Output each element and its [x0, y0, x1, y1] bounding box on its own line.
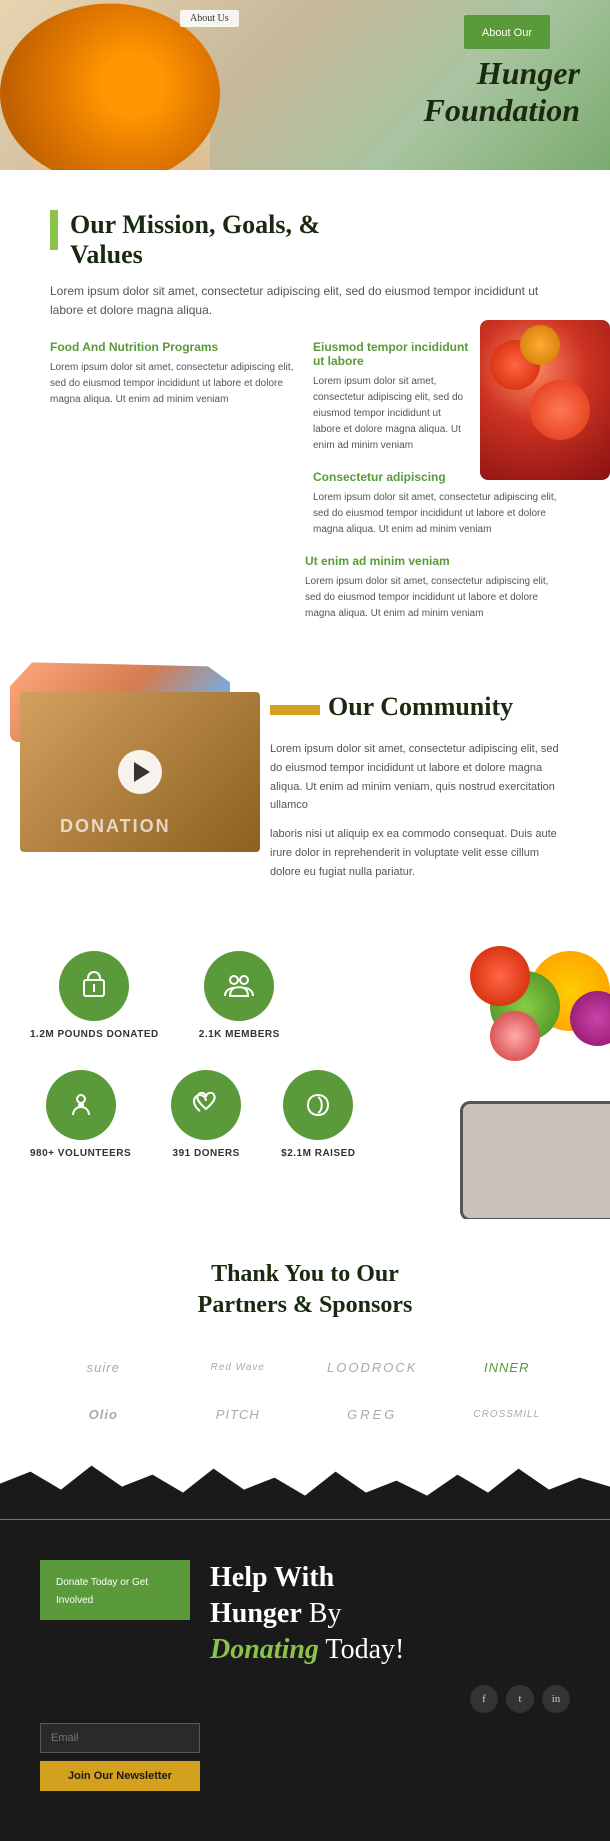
donate-title-2: Hunger [210, 1598, 302, 1629]
stats-row-1: 1.2M POUNDS DONATED 2.1K MEMBERS [30, 951, 580, 1040]
donate-green-box: Donate Today or Get Involved [40, 1560, 190, 1620]
hero-title: Hunger Foundation [423, 55, 580, 129]
mission-col4-text: Lorem ipsum dolor sit amet, consectetur … [305, 574, 560, 622]
stat-circle-doners [171, 1070, 241, 1140]
torn-paper-bottom [0, 1460, 610, 1520]
stat-circle-donated [59, 951, 129, 1021]
sponsor-2: Red Wave [175, 1352, 302, 1383]
mission-col2-title: Eiusmod tempor incididunt ut labore [313, 340, 470, 368]
community-text2: laboris nisi ut aliquip ex ea commodo co… [270, 825, 570, 881]
donate-title-4: Donating [210, 1634, 319, 1665]
sponsors-section: Thank You to Our Partners & Sponsors sui… [0, 1219, 610, 1459]
social-facebook[interactable]: f [470, 1685, 498, 1713]
donate-form: Join Our Newsletter [40, 1723, 570, 1791]
mission-col4-title: Ut enim ad minim veniam [305, 554, 560, 568]
sponsor-1: suire [40, 1352, 167, 1383]
community-title: Our Community [328, 692, 513, 722]
community-section: DONATION Our Community Lorem ipsum dolor… [0, 652, 610, 921]
stat-volunteers: 980+ VOLUNTEERS [30, 1070, 131, 1159]
stat-raised: $2.1M RAISED [281, 1070, 355, 1159]
community-text1: Lorem ipsum dolor sit amet, consectetur … [270, 740, 570, 815]
community-left: DONATION [0, 672, 260, 891]
stat-doners: 391 DONERS [171, 1070, 241, 1159]
play-button[interactable] [118, 750, 162, 794]
email-input[interactable] [40, 1723, 200, 1753]
mission-row2: Consectetur adipiscing Lorem ipsum dolor… [50, 470, 560, 622]
donation-label: DONATION [60, 816, 171, 837]
stat-members: 2.1K MEMBERS [199, 951, 280, 1040]
community-accent [270, 705, 320, 715]
mission-col-4: Ut enim ad minim veniam Lorem ipsum dolo… [305, 554, 560, 622]
mission-description: Lorem ipsum dolor sit amet, consectetur … [50, 282, 560, 320]
mission-col-1: Food And Nutrition Programs Lorem ipsum … [50, 340, 297, 454]
stat-donated-label: 1.2M POUNDS DONATED [30, 1029, 159, 1040]
stat-circle-volunteers [46, 1070, 116, 1140]
stat-circle-raised [283, 1070, 353, 1140]
sponsors-grid: suire Red Wave LOODROCK INNER Olio PITCH… [40, 1352, 570, 1430]
stat-raised-label: $2.1M RAISED [281, 1148, 355, 1159]
mission-accent [50, 210, 58, 250]
mission-col-3: Consectetur adipiscing Lorem ipsum dolor… [313, 470, 560, 538]
social-twitter[interactable]: t [506, 1685, 534, 1713]
hero-section: About Us About Our Hunger Foundation [0, 0, 610, 170]
hero-title-line2: Hunger [423, 55, 580, 92]
sponsor-4: INNER [444, 1352, 571, 1383]
mission-col-3-spacer [50, 470, 297, 538]
mission-col1-title: Food And Nutrition Programs [50, 340, 297, 354]
stat-doners-label: 391 DONERS [173, 1148, 240, 1159]
sponsors-title: Thank You to Our Partners & Sponsors [40, 1259, 570, 1321]
donate-right: Help With Hunger By Donating Today! f t … [210, 1560, 570, 1713]
hero-label-box: About Our [464, 15, 550, 49]
social-instagram[interactable]: in [542, 1685, 570, 1713]
community-right: Our Community Lorem ipsum dolor sit amet… [260, 672, 610, 891]
sponsor-6: PITCH [175, 1399, 302, 1430]
stat-members-label: 2.1K MEMBERS [199, 1029, 280, 1040]
donate-title-5: Today! [319, 1634, 404, 1665]
stat-circle-members [204, 951, 274, 1021]
donate-green-label: Donate Today or Get Involved [56, 1577, 148, 1606]
breadcrumb: About Us [180, 10, 239, 27]
stats-section: 1.2M POUNDS DONATED 2.1K MEMBERS [0, 921, 610, 1219]
mission-col3-text: Lorem ipsum dolor sit amet, consectetur … [313, 490, 560, 538]
sponsor-3: LOODROCK [309, 1352, 436, 1383]
stat-donated: 1.2M POUNDS DONATED [30, 951, 159, 1040]
donate-title: Help With Hunger By Donating Today! [210, 1560, 570, 1669]
stats-row-2: 980+ VOLUNTEERS 391 DONERS [30, 1070, 580, 1159]
donation-image: DONATION [20, 692, 260, 852]
mission-col-2: Eiusmod tempor incididunt ut labore Lore… [313, 340, 470, 454]
mission-col2-text: Lorem ipsum dolor sit amet, consectetur … [313, 374, 470, 454]
sponsor-8: CROSSMILL [444, 1399, 571, 1430]
donate-title-1: Help With [210, 1562, 334, 1593]
newsletter-button[interactable]: Join Our Newsletter [40, 1761, 200, 1791]
mission-section: Our Mission, Goals, & Values Lorem ipsum… [0, 170, 610, 652]
mission-title: Our Mission, Goals, & Values [70, 210, 560, 270]
hero-label: About Our [482, 27, 532, 39]
social-icons: f t in [210, 1685, 570, 1713]
stat-volunteers-label: 980+ VOLUNTEERS [30, 1148, 131, 1159]
mission-col1-text: Lorem ipsum dolor sit amet, consectetur … [50, 360, 297, 408]
donate-title-3: By [302, 1598, 342, 1629]
sponsor-7: GREG [309, 1399, 436, 1430]
donate-section: Donate Today or Get Involved Help With H… [0, 1520, 610, 1841]
donate-inner: Donate Today or Get Involved Help With H… [40, 1560, 570, 1713]
hero-title-line3: Foundation [423, 92, 580, 129]
sponsor-5: Olio [40, 1399, 167, 1430]
